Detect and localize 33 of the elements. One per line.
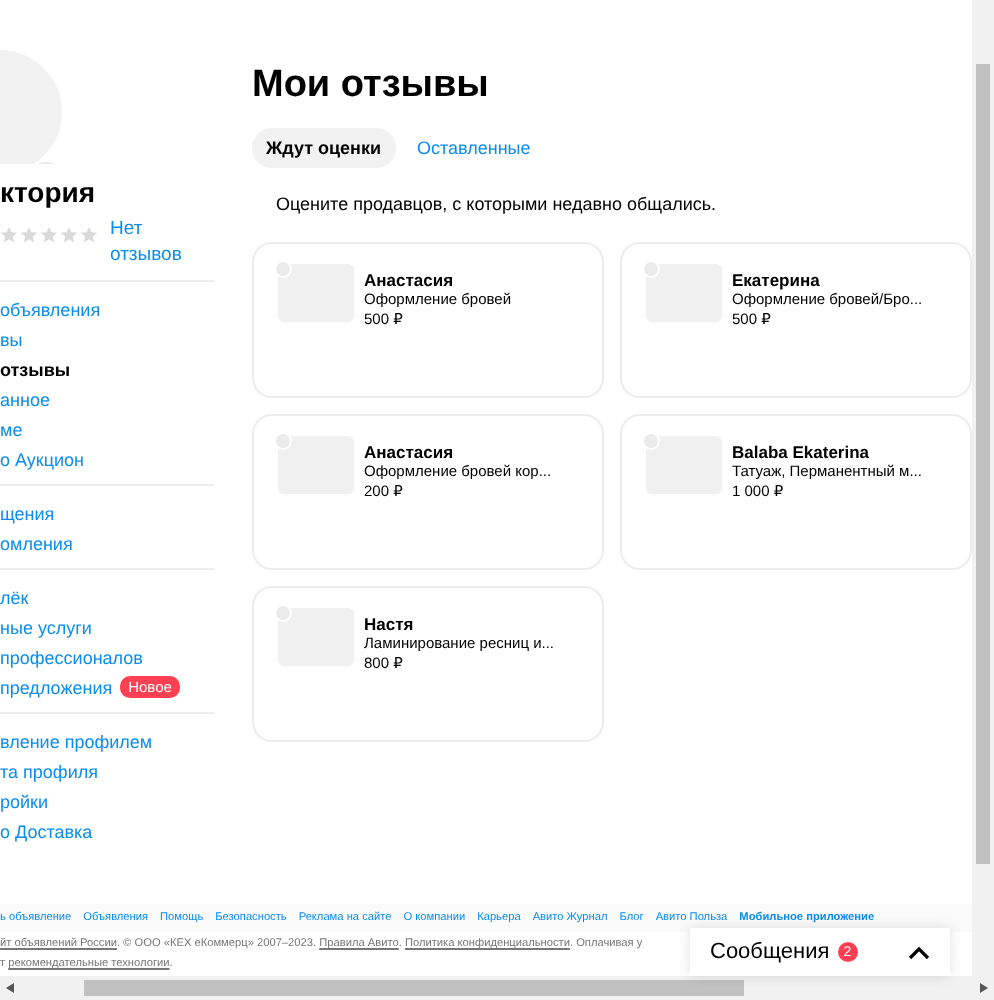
seller-name: Анастасия — [364, 442, 456, 462]
seller-name: Настя — [364, 614, 416, 634]
reviews-link[interactable]: Нет отзывов — [110, 216, 190, 268]
sidebar-item[interactable]: предложения — [0, 677, 113, 697]
sidebar-item[interactable]: омления — [0, 533, 73, 553]
horizontal-scrollbar[interactable] — [0, 976, 994, 1000]
sidebar-item[interactable]: ме — [0, 419, 23, 439]
sidebar-item[interactable]: ройки — [0, 791, 49, 811]
sidebar-item[interactable]: о Доставка — [0, 821, 93, 841]
sidebar-item[interactable]: о Аукцион — [0, 449, 85, 469]
seller-name: Анастасия — [364, 270, 456, 290]
tab[interactable]: Оставленные — [403, 128, 545, 168]
sidebar-item[interactable]: та профиля — [0, 761, 98, 781]
right-arrow-icon[interactable] — [978, 982, 990, 994]
messages-label: Сообщения — [710, 940, 830, 964]
sidebar-item[interactable]: профессионалов — [0, 647, 143, 667]
sidebar-item[interactable]: объявления — [0, 299, 101, 319]
left-arrow-icon[interactable] — [4, 982, 16, 994]
sidebar-item[interactable]: лёк — [0, 587, 29, 607]
sidebar-item[interactable]: ные услуги — [0, 617, 92, 637]
sidebar-item[interactable]: анное — [0, 389, 50, 409]
chevron-icon[interactable] — [908, 945, 930, 959]
page-title: Мои отзывы — [252, 64, 491, 108]
seller-name: Balaba Ekaterina — [732, 442, 872, 462]
vertical-scrollbar[interactable] — [972, 0, 994, 976]
sidebar-item[interactable]: вы — [0, 329, 23, 349]
tab[interactable]: Ждут оценки — [252, 128, 395, 168]
sidebar-item[interactable]: щения — [0, 503, 55, 523]
sidebar-item[interactable]: вление профилем — [0, 731, 153, 751]
seller-name: Екатерина — [732, 270, 822, 290]
sidebar-item[interactable]: отзывы — [0, 359, 71, 379]
profile-name: ктория — [0, 176, 98, 208]
hint-text: Оцените продавцов, с которыми недавно общались. — [276, 194, 719, 214]
